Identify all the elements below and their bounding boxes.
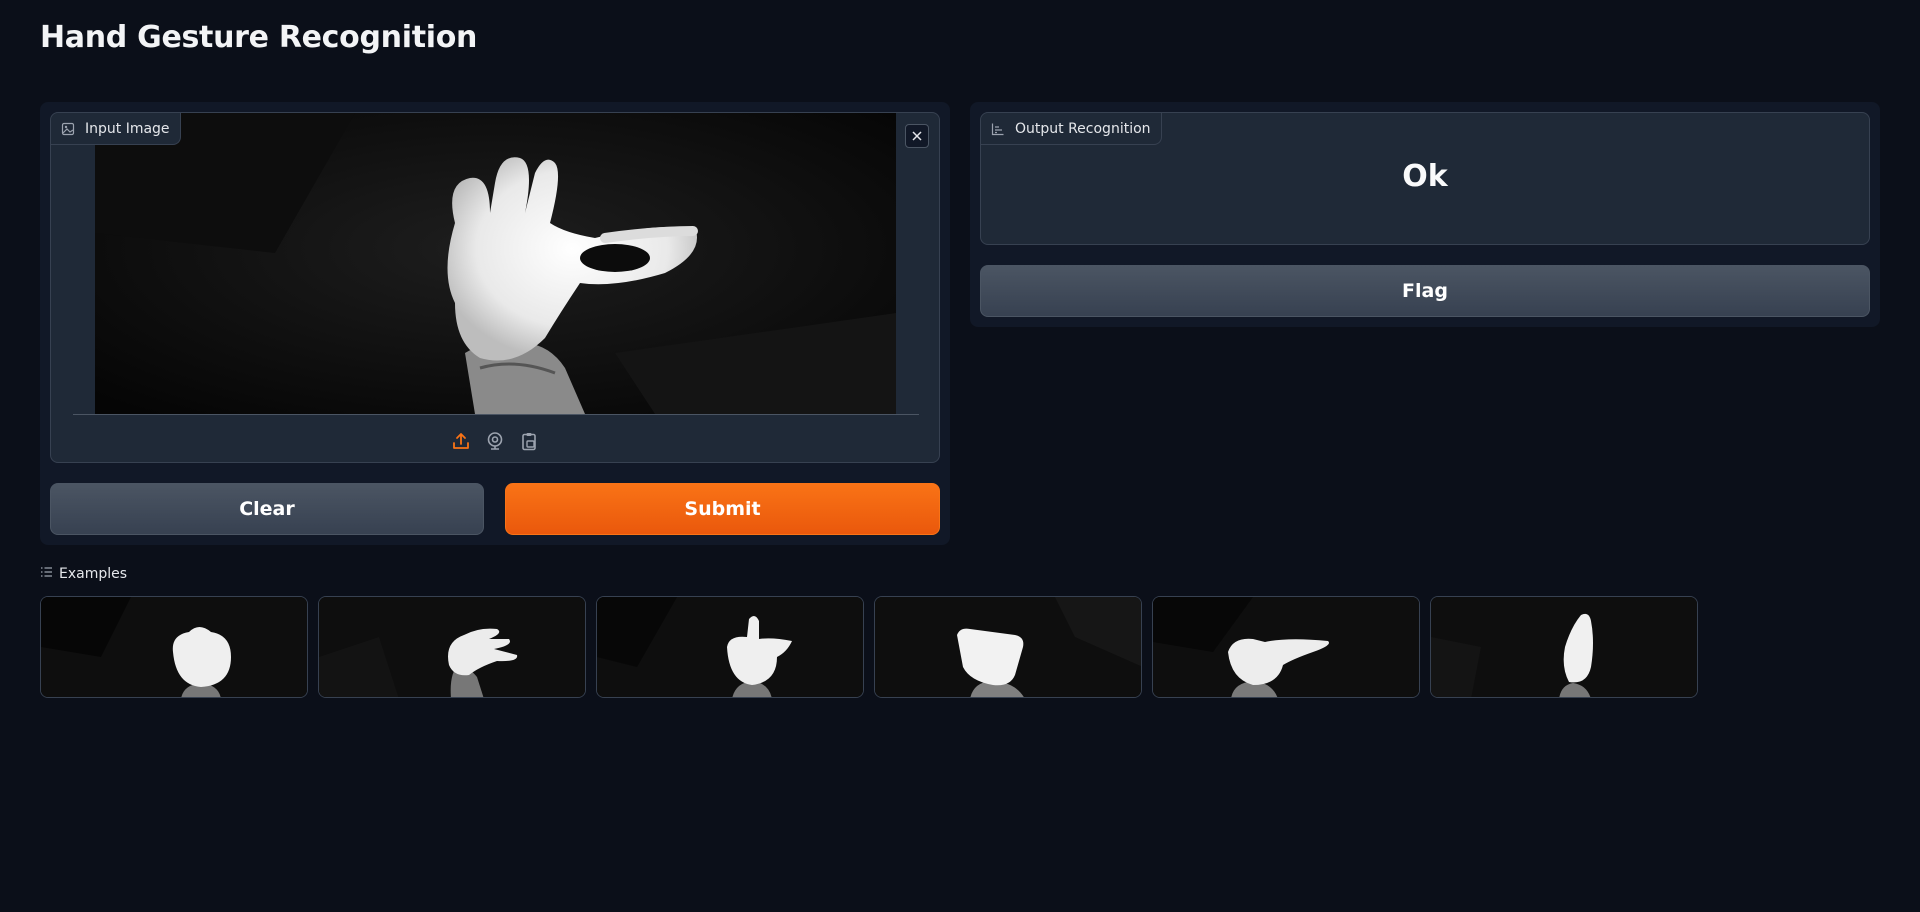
bar-chart-icon xyxy=(991,122,1005,136)
clipboard-icon[interactable] xyxy=(519,431,539,451)
webcam-icon[interactable] xyxy=(485,431,505,451)
clear-button[interactable]: Clear xyxy=(50,483,484,535)
example-item-raised-hand[interactable] xyxy=(1430,596,1698,698)
recognized-gesture: Ok xyxy=(1402,159,1448,194)
example-item-index-up[interactable] xyxy=(596,596,864,698)
examples-header: Examples xyxy=(40,566,127,582)
flag-button[interactable]: Flag xyxy=(980,265,1870,317)
output-recognition-label: Output Recognition xyxy=(981,113,1162,145)
input-image-label: Input Image xyxy=(51,113,181,145)
close-icon[interactable] xyxy=(905,124,929,148)
example-item-fist[interactable] xyxy=(40,596,308,698)
output-recognition-block: Output Recognition Ok xyxy=(980,112,1870,245)
input-image-block[interactable]: Input Image xyxy=(50,112,940,463)
example-item-palm[interactable] xyxy=(874,596,1142,698)
image-source-selector xyxy=(51,428,939,454)
list-icon xyxy=(40,566,53,582)
image-icon xyxy=(61,122,75,136)
example-item-flat-hand[interactable] xyxy=(318,596,586,698)
example-item-thumb[interactable] xyxy=(1152,596,1420,698)
examples-label-text: Examples xyxy=(59,566,128,582)
upload-icon[interactable] xyxy=(451,431,471,451)
input-image-preview xyxy=(95,113,896,414)
examples-gallery xyxy=(40,596,1698,698)
submit-button[interactable]: Submit xyxy=(505,483,940,535)
input-panel: Input Image Clear Submit xyxy=(40,102,950,545)
page-title: Hand Gesture Recognition xyxy=(40,20,478,55)
input-image-label-text: Input Image xyxy=(85,120,170,137)
output-recognition-label-text: Output Recognition xyxy=(1015,120,1151,137)
output-panel: Output Recognition Ok Flag xyxy=(970,102,1880,327)
image-divider xyxy=(73,414,919,415)
